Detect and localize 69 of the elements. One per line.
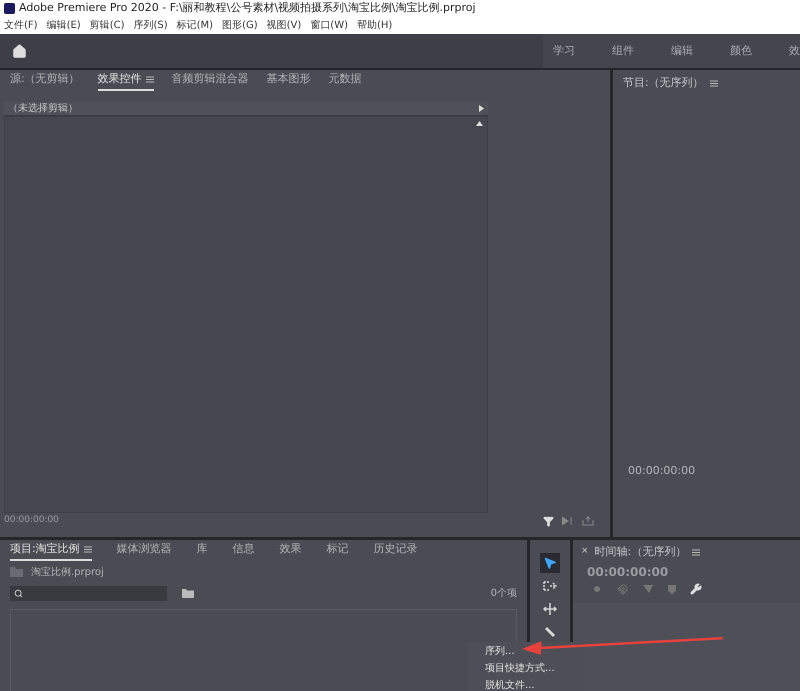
- menu-item[interactable]: 视图(V): [266, 18, 302, 33]
- menu-item[interactable]: 窗口(W): [310, 18, 348, 33]
- menu-item[interactable]: 文件(F): [4, 18, 38, 33]
- panel-tab[interactable]: 元数据: [328, 70, 362, 92]
- new-bin-icon[interactable]: [182, 588, 194, 598]
- panel-menu-icon[interactable]: [146, 76, 154, 82]
- menu-item[interactable]: 帮助(H): [357, 18, 392, 33]
- project-file-name: 淘宝比例.prproj: [31, 566, 104, 580]
- close-button[interactable]: ×: [581, 545, 589, 559]
- tab-label: 库: [196, 540, 208, 557]
- menu-item[interactable]: 脱机文件...: [485, 678, 535, 691]
- app-icon: [4, 3, 15, 14]
- tab-label: 媒体浏览器: [116, 540, 172, 557]
- panel-menu-icon[interactable]: [710, 80, 718, 86]
- panel-title: 节目:（无序列）: [623, 74, 704, 91]
- panel-tab[interactable]: 效果: [280, 540, 302, 562]
- tab-label: 效果: [280, 540, 302, 557]
- workspace-tab[interactable]: 颜色: [730, 42, 752, 60]
- timecode: 00:00:00:00: [586, 564, 670, 581]
- tab-label: 信息: [232, 540, 255, 557]
- filter-icon[interactable]: [543, 516, 554, 526]
- menu-item[interactable]: 项目快捷方式...: [485, 661, 555, 676]
- panel-tab[interactable]: 音频剪辑混合器: [172, 70, 249, 92]
- tab-label: 项目:淘宝比例: [10, 540, 80, 557]
- tab-label: 标记: [326, 540, 349, 557]
- tab-label: 历史记录: [374, 540, 418, 557]
- timecode: 00:00:00:00: [4, 514, 59, 528]
- menu-item[interactable]: 序列...: [485, 644, 515, 659]
- panel-tab[interactable]: 源:（无剪辑）: [10, 70, 80, 92]
- workspace-tab[interactable]: 效: [789, 42, 800, 60]
- menu-item[interactable]: 标记(M): [176, 18, 214, 33]
- menu-item[interactable]: 编辑(E): [46, 18, 81, 33]
- panel-tab[interactable]: 项目:淘宝比例: [10, 540, 92, 562]
- window-title: Adobe Premiere Pro 2020 - F:\丽和教程\公号素材\视频拍摄系列\淘宝比例\淘宝比例.prproj: [19, 0, 476, 16]
- folder-icon: [10, 567, 23, 577]
- menu-item[interactable]: 图形(G): [222, 18, 258, 33]
- tab-label: 音频剪辑混合器: [172, 70, 249, 87]
- play-audio-icon[interactable]: [562, 516, 574, 526]
- panel-tab[interactable]: 标记: [326, 540, 349, 562]
- timecode: 00:00:00:00: [627, 462, 696, 478]
- menu-item[interactable]: 序列(S): [133, 18, 168, 33]
- wrench-icon[interactable]: [690, 583, 702, 595]
- tab-label: 效果控件: [98, 70, 142, 87]
- panel-tab[interactable]: 基本图形: [266, 70, 311, 92]
- select-tool-icon[interactable]: [540, 553, 560, 573]
- home-icon[interactable]: [12, 44, 27, 58]
- panel-tab[interactable]: 媒体浏览器: [116, 540, 172, 562]
- tab-label: 基本图形: [266, 70, 311, 87]
- clip-header-label: （未选择剪辑）: [8, 102, 78, 116]
- tab-label: 元数据: [328, 70, 362, 87]
- workspace-tab[interactable]: 学习: [553, 42, 575, 60]
- item-count: 0个项: [490, 586, 517, 600]
- search-field[interactable]: [10, 586, 167, 600]
- marker-icon[interactable]: [668, 584, 676, 594]
- workspace-tab[interactable]: 编辑: [671, 42, 693, 60]
- panel-tab[interactable]: 效果控件: [98, 70, 154, 92]
- panel-tab[interactable]: 库: [196, 540, 208, 562]
- panel-tab[interactable]: 历史记录: [374, 540, 418, 562]
- export-icon[interactable]: [582, 516, 594, 526]
- tab-label: 源:（无剪辑）: [10, 70, 80, 87]
- menu-item[interactable]: 剪辑(C): [90, 18, 124, 33]
- panel-title: 时间轴:（无序列）: [594, 544, 686, 560]
- expand-icon[interactable]: [479, 105, 484, 112]
- workspace-tab[interactable]: 组件: [612, 42, 634, 60]
- panel-menu-icon[interactable]: [692, 548, 700, 556]
- scroll-up-icon[interactable]: [476, 121, 483, 126]
- search-icon: [14, 588, 23, 598]
- panel-tab[interactable]: 信息: [232, 540, 255, 562]
- panel-menu-icon[interactable]: [84, 546, 92, 552]
